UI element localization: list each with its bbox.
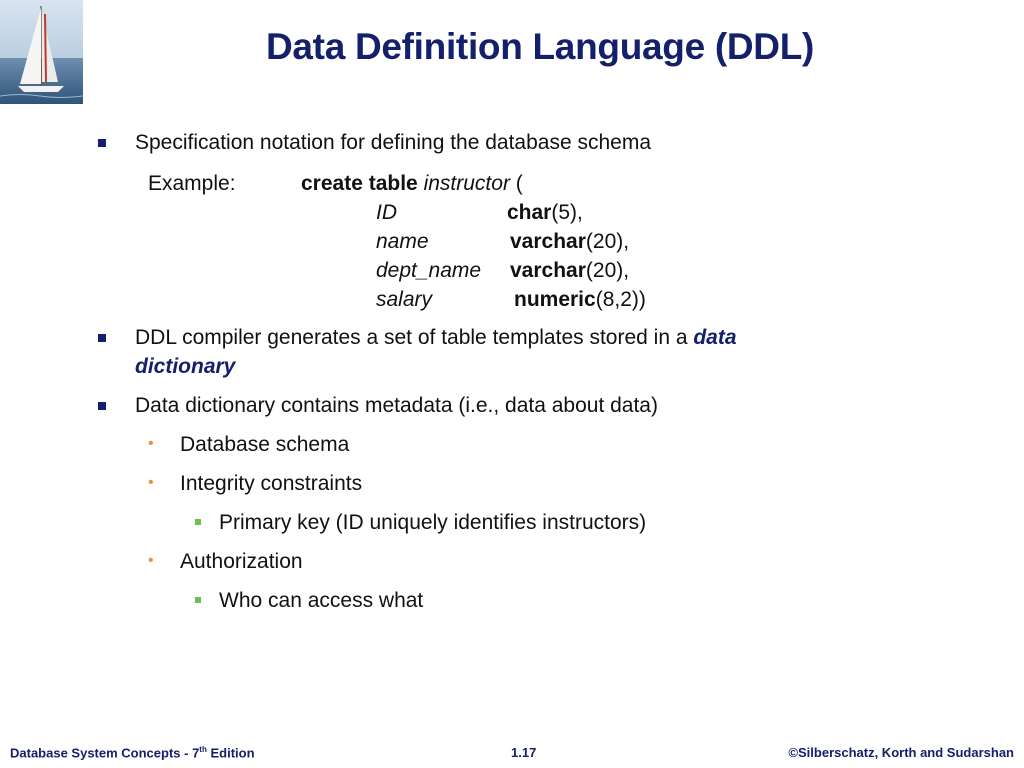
type-keyword: numeric (514, 288, 596, 311)
square-bullet-icon (98, 139, 106, 147)
table-name: instructor (423, 172, 510, 195)
create-table-keyword: create table (301, 172, 418, 195)
footer-title-text: Database System Concepts - 7 (10, 745, 200, 761)
dot-bullet-icon: • (148, 552, 154, 569)
open-paren: ( (509, 172, 523, 195)
create-table-statement: create table instructor ( (301, 170, 523, 197)
slide-title: Data Definition Language (DDL) (265, 26, 815, 67)
footer-copyright: ©Silberschatz, Korth and Sudarshan (788, 745, 1014, 760)
bullet-data-dictionary: Data dictionary contains metadata (i.e.,… (135, 394, 658, 417)
footer-page-number: 1.17 (511, 745, 537, 760)
column-name: salary (376, 288, 433, 311)
column-type: varchar(20), (510, 257, 629, 284)
footer-book-title: Database System Concepts - 7th Edition (10, 745, 255, 760)
bullet-ddl-compiler: DDL compiler generates a set of table te… (135, 324, 737, 351)
type-keyword: varchar (510, 259, 586, 282)
sub-sub-bullet-primary-key: Primary key (ID uniquely identifies inst… (219, 511, 647, 534)
type-keyword: char (507, 201, 552, 224)
type-args: (5), (551, 201, 583, 224)
footer-title-sup: th (199, 745, 207, 754)
column-name: ID (376, 201, 397, 224)
sub-bullet-authorization: Authorization (180, 550, 303, 573)
small-square-bullet-icon (195, 519, 201, 525)
column-type: numeric(8,2)) (514, 286, 646, 313)
dot-bullet-icon: • (148, 435, 154, 452)
sub-sub-bullet-who-access: Who can access what (219, 589, 424, 612)
dot-bullet-icon: • (148, 474, 154, 491)
column-name: dept_name (376, 259, 482, 282)
data-dictionary-term: data (693, 326, 737, 349)
column-name: name (376, 230, 429, 253)
square-bullet-icon (98, 402, 106, 410)
sailboat-logo (0, 0, 83, 104)
small-square-bullet-icon (195, 597, 201, 603)
square-bullet-icon (98, 334, 106, 342)
bullet-spec: Specification notation for defining the … (135, 131, 652, 154)
example-label: Example: (148, 172, 236, 195)
type-args: (8,2)) (595, 288, 646, 311)
ddl-compiler-text: DDL compiler generates a set of table te… (135, 326, 694, 349)
type-args: (20), (585, 230, 630, 253)
column-type: varchar(20), (510, 228, 629, 255)
column-type: char(5), (507, 199, 583, 226)
footer-title-suffix: Edition (206, 745, 255, 761)
sub-bullet-db-schema: Database schema (180, 433, 350, 456)
type-args: (20), (585, 259, 630, 282)
type-keyword: varchar (510, 230, 586, 253)
data-dictionary-term-continued: dictionary (135, 355, 236, 378)
sub-bullet-integrity: Integrity constraints (180, 472, 363, 495)
